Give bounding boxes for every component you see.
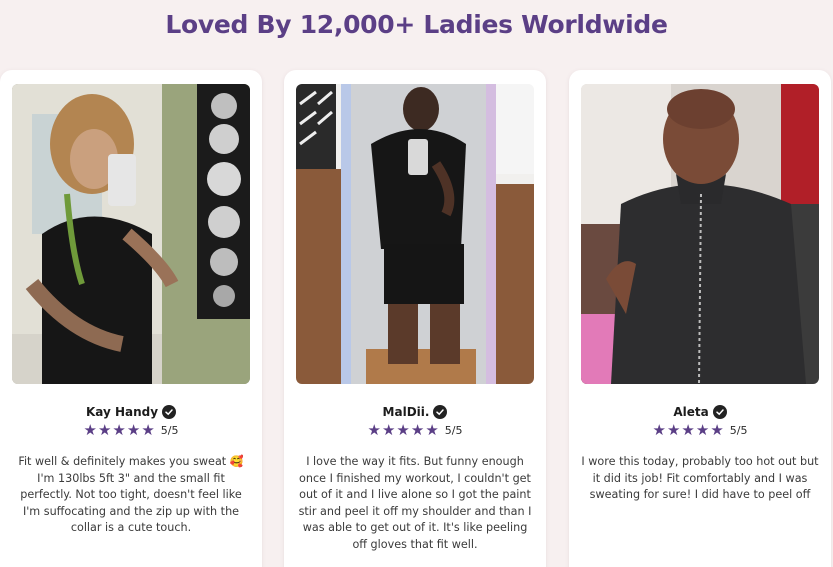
star-icon: ★ bbox=[396, 421, 410, 439]
reviews-section: Loved By 12,000+ Ladies Worldwide Kay Ha… bbox=[0, 0, 833, 567]
reviewer-name: Kay Handy bbox=[85, 405, 159, 419]
star-icon: ★ bbox=[83, 421, 97, 439]
reviewer-name: Aleta bbox=[673, 405, 709, 419]
customer-photo[interactable] bbox=[296, 84, 534, 384]
star-icon: ★ bbox=[666, 421, 681, 439]
rating-score: 5/5 bbox=[160, 424, 179, 437]
reviewer-row: Aleta bbox=[569, 405, 831, 419]
star-icon: ★ bbox=[367, 421, 381, 439]
rating-score: 5/5 bbox=[729, 424, 748, 437]
star-rating: ★ ★ ★ ★ ★ bbox=[368, 423, 439, 438]
rating-score: 5/5 bbox=[444, 424, 463, 437]
star-icon: ★ bbox=[681, 421, 695, 439]
reviewer-name: MalDii. bbox=[382, 405, 430, 419]
section-heading: Loved By 12,000+ Ladies Worldwide bbox=[165, 10, 668, 39]
star-icon: ★ bbox=[425, 421, 439, 439]
review-text: I wore this today, probably too hot out … bbox=[581, 455, 819, 501]
review-card: Kay Handy ★ ★ ★ ★ ★ 5/5 Fit well & defin… bbox=[0, 70, 262, 567]
star-icon: ★ bbox=[652, 421, 666, 439]
star-icon: ★ bbox=[695, 421, 710, 439]
star-icon: ★ bbox=[97, 421, 112, 439]
star-icon: ★ bbox=[126, 421, 141, 439]
star-rating: ★ ★ ★ ★ ★ bbox=[653, 423, 724, 438]
star-icon: ★ bbox=[410, 421, 425, 439]
verified-check-icon bbox=[433, 405, 448, 419]
star-rating: ★ ★ ★ ★ ★ bbox=[84, 423, 155, 438]
verified-check-icon bbox=[162, 405, 177, 419]
review-card: MalDii. ★ ★ ★ ★ ★ 5/5 I love the way it … bbox=[284, 70, 546, 567]
star-icon: ★ bbox=[710, 421, 724, 439]
review-text: Fit well & definitely makes you sweat 🥰 … bbox=[18, 455, 244, 534]
star-icon: ★ bbox=[112, 421, 126, 439]
reviewer-row: Kay Handy bbox=[0, 405, 262, 419]
rating-row: ★ ★ ★ ★ ★ 5/5 bbox=[284, 423, 546, 438]
customer-photo[interactable] bbox=[12, 84, 250, 384]
star-icon: ★ bbox=[141, 421, 155, 439]
reviewer-row: MalDii. bbox=[284, 405, 546, 419]
rating-row: ★ ★ ★ ★ ★ 5/5 bbox=[0, 423, 262, 438]
star-icon: ★ bbox=[381, 421, 396, 439]
review-card: Aleta ★ ★ ★ ★ ★ 5/5 I wore this today, p… bbox=[569, 70, 831, 567]
verified-check-icon bbox=[712, 405, 727, 419]
review-text: I love the way it fits. But funny enough… bbox=[298, 455, 532, 551]
customer-photo[interactable] bbox=[581, 84, 819, 384]
rating-row: ★ ★ ★ ★ ★ 5/5 bbox=[569, 423, 831, 438]
